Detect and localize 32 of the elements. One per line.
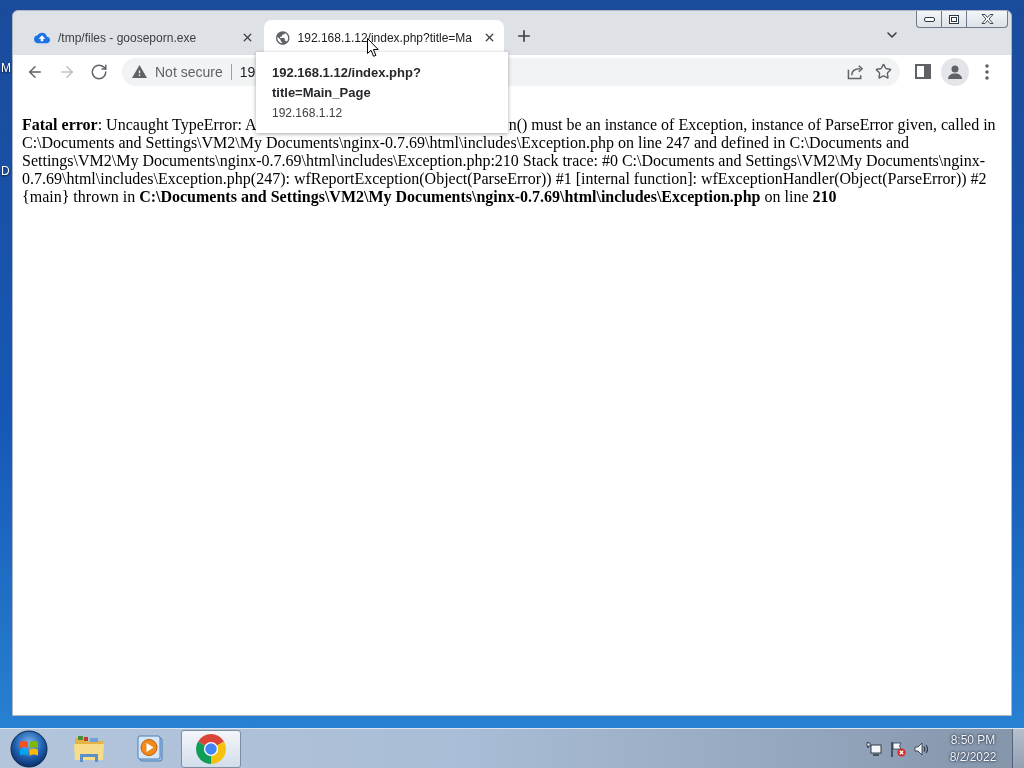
more-vertical-icon <box>985 63 989 80</box>
start-orb-icon <box>10 729 48 768</box>
restore-icon <box>949 14 959 24</box>
speaker-icon[interactable] <box>914 740 930 757</box>
plus-icon <box>515 27 533 45</box>
show-desktop-button[interactable] <box>1012 729 1024 768</box>
globe-icon <box>276 29 290 46</box>
star-icon <box>874 63 892 80</box>
close-icon <box>980 14 994 24</box>
browser-tab[interactable]: /tmp/files - gooseporn.exe <box>22 20 262 55</box>
person-icon <box>947 63 963 80</box>
warning-icon <box>132 65 147 78</box>
folder-icon <box>73 733 105 764</box>
close-button[interactable] <box>967 11 1008 28</box>
security-indicator-button[interactable]: Not secure <box>132 63 223 80</box>
url-text: 19 <box>239 63 256 80</box>
clock-date: 8/2/2022 <box>949 748 997 766</box>
side-panel-icon <box>915 64 931 79</box>
network-icon[interactable] <box>866 740 882 757</box>
reload-icon <box>90 62 108 81</box>
minimize-icon <box>923 16 935 22</box>
profile-button[interactable] <box>941 57 969 86</box>
flag-icon[interactable] <box>890 740 906 757</box>
minimize-button[interactable] <box>916 11 942 28</box>
taskbar-app-button[interactable] <box>181 729 241 768</box>
share-icon <box>846 63 864 80</box>
desktop-icon-label: M <box>1 61 11 75</box>
browser-icon <box>196 733 226 764</box>
clock-time: 8:50 PM <box>950 731 996 749</box>
restore-button[interactable] <box>942 11 967 28</box>
media-player-icon <box>136 734 164 763</box>
desktop-icon-label: D <box>1 164 10 178</box>
